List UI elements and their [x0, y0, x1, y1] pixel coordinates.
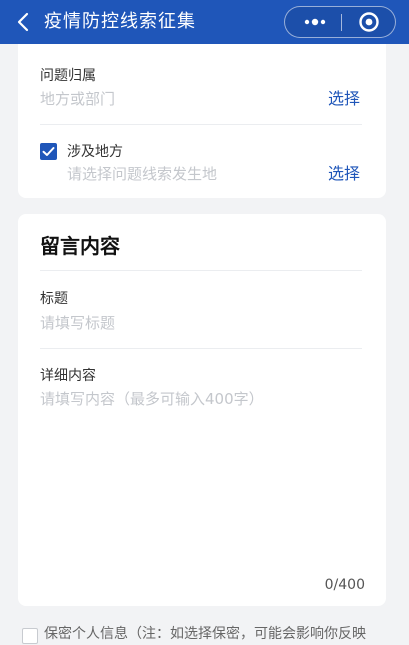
privacy-text: 保密个人信息（注：如选择保密，可能会影响你反映: [44, 626, 366, 642]
subject-label: 标题: [40, 291, 68, 307]
ownership-select-button[interactable]: 选择: [328, 89, 360, 109]
miniprogram-capsule: [284, 6, 396, 38]
divider: [40, 270, 362, 271]
involved-select-button[interactable]: 选择: [328, 164, 360, 184]
divider: [40, 124, 362, 125]
privacy-checkbox[interactable]: [22, 628, 38, 644]
message-section-title: 留言内容: [40, 234, 120, 258]
involved-label: 涉及地方: [67, 144, 123, 160]
divider: [40, 348, 362, 349]
involved-placeholder[interactable]: 请选择问题线索发生地: [67, 164, 217, 184]
nav-bar: 疫情防控线索征集: [0, 0, 409, 44]
detail-label: 详细内容: [40, 368, 96, 384]
ownership-placeholder[interactable]: 地方或部门: [40, 89, 115, 109]
char-counter: 0/400: [324, 577, 365, 593]
page-title: 疫情防控线索征集: [44, 11, 196, 32]
detail-textarea[interactable]: 请填写内容（最多可输入400字）: [40, 389, 370, 569]
close-target-icon[interactable]: [349, 10, 389, 34]
involved-checkbox[interactable]: [40, 143, 57, 160]
capsule-divider: [341, 14, 342, 31]
checkmark-icon: [42, 147, 55, 156]
more-dots-icon[interactable]: [295, 11, 335, 33]
back-arrow-icon[interactable]: [12, 10, 36, 34]
ownership-label: 问题归属: [40, 68, 96, 84]
subject-input[interactable]: 请填写标题: [40, 313, 115, 333]
